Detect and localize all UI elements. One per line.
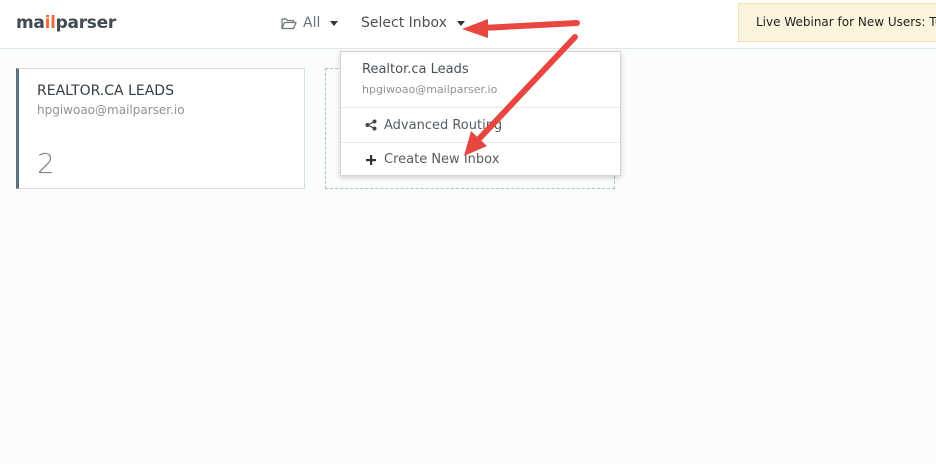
folder-open-icon (281, 17, 297, 29)
caret-down-icon (330, 20, 339, 26)
inbox-card-email: hpgiwoao@mailparser.io (37, 103, 185, 117)
menu-inbox-name: Realtor.ca Leads (362, 62, 469, 77)
menu-item-advanced-routing[interactable]: Advanced Routing (341, 108, 620, 143)
menu-item-inbox[interactable]: Realtor.ca Leads hpgiwoao@mailparser.io (341, 52, 620, 108)
inbox-card-count: 2 (37, 147, 55, 180)
webinar-banner[interactable]: Live Webinar for New Users: Tue (738, 3, 936, 42)
create-new-inbox-label: Create New Inbox (384, 152, 500, 167)
inbox-card-title: REALTOR.CA LEADS (37, 83, 174, 99)
top-navbar: mailparser All Select Inbox Live Webinar… (0, 0, 936, 49)
select-inbox-label: Select Inbox (361, 15, 447, 31)
plus-icon (366, 154, 376, 165)
menu-item-create-new-inbox[interactable]: Create New Inbox (341, 143, 620, 176)
caret-down-icon (456, 20, 465, 26)
select-inbox-dropdown[interactable]: Select Inbox (361, 15, 465, 31)
select-inbox-menu: Realtor.ca Leads hpgiwoao@mailparser.io … (340, 51, 621, 176)
menu-inbox-email: hpgiwoao@mailparser.io (362, 83, 498, 96)
advanced-routing-label: Advanced Routing (384, 117, 503, 133)
inbox-card[interactable]: REALTOR.CA LEADS hpgiwoao@mailparser.io … (16, 68, 305, 189)
all-filter-label: All (303, 15, 321, 31)
share-icon (365, 119, 377, 131)
banner-text: Live Webinar for New Users: Tue (756, 15, 936, 29)
all-filter-dropdown[interactable]: All (281, 15, 339, 31)
mailparser-logo[interactable]: mailparser (16, 13, 116, 33)
